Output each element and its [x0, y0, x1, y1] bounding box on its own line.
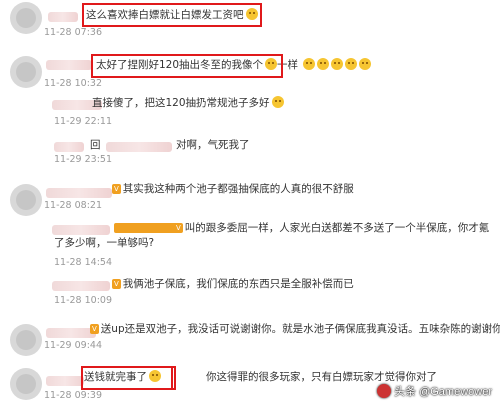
- avatar[interactable]: [10, 2, 42, 34]
- smile-emoji-icon: [331, 58, 344, 70]
- comment-text: V 送up还是双池子，我没话可说谢谢你。就是水池子俩保底我真没话。五味杂陈的谢谢你: [90, 323, 500, 335]
- timestamp: 11-28 07:36: [44, 27, 103, 38]
- timestamp: 11-28 08:21: [44, 200, 103, 211]
- blurred-username: [52, 281, 110, 291]
- blurred-username: [46, 376, 84, 386]
- avatar[interactable]: [10, 324, 42, 356]
- blurred-username: [48, 12, 78, 22]
- timestamp: 11-29 22:11: [54, 116, 113, 127]
- timestamp: 11-28 10:32: [44, 78, 103, 89]
- face-emoji-icon: [265, 58, 278, 70]
- blurred-username: [46, 328, 96, 338]
- blurred-username: [46, 60, 92, 70]
- smile-emoji-icon: [303, 58, 316, 70]
- timestamp: 11-28 14:54: [54, 257, 113, 268]
- blurred-username: [106, 142, 172, 152]
- user-badge-icon: V: [112, 184, 121, 194]
- timestamp: 11-28 09:39: [44, 390, 103, 401]
- timestamp: 11-29 23:51: [54, 154, 113, 165]
- watermark: 头条 @Gamewower: [377, 383, 492, 399]
- reply-text: 对啊，气死我了: [176, 139, 250, 151]
- reply-text: V 叫的跟多委屈一样，人家光白送都差不多送了一个半保底，你才氪了多少啊，一单够吗?: [54, 222, 490, 249]
- smile-emoji-icon: [359, 58, 372, 70]
- reply-text: 直接傻了，把这120抽扔常规池子多好: [92, 96, 284, 111]
- comment-text: V 其实我这种两个池子都强抽保底的人真的很不舒服: [112, 183, 354, 195]
- smile-emoji-icon: [245, 8, 258, 20]
- timestamp: 11-29 09:44: [44, 340, 103, 351]
- user-badge-icon: V: [114, 223, 183, 233]
- sweat-emoji-icon: [149, 370, 161, 382]
- toutiao-logo-icon: [377, 384, 392, 398]
- reply-text: 回: [90, 139, 101, 151]
- user-badge-icon: V: [112, 279, 121, 289]
- highlight-box: [168, 366, 176, 390]
- blurred-username: [46, 188, 112, 198]
- user-badge-icon: V: [90, 324, 99, 334]
- comment-text: 太好了捏刚好120抽出冬至的我像个 一样: [96, 58, 372, 73]
- comment-text: 这么喜欢捧白嫖就让白嫖发工资吧: [86, 8, 258, 23]
- blurred-username: [54, 142, 84, 152]
- comment-text: 送钱就完事了: [84, 370, 161, 385]
- reply-text: V 我俩池子保底，我们保底的东西只是全服补偿而已: [112, 278, 354, 290]
- avatar[interactable]: [10, 56, 42, 88]
- avatar[interactable]: [10, 368, 42, 400]
- smile-emoji-icon: [345, 58, 358, 70]
- avatar[interactable]: [10, 184, 42, 216]
- timestamp: 11-28 10:09: [54, 295, 113, 306]
- smile-emoji-icon: [317, 58, 330, 70]
- laugh-emoji-icon: [271, 96, 284, 108]
